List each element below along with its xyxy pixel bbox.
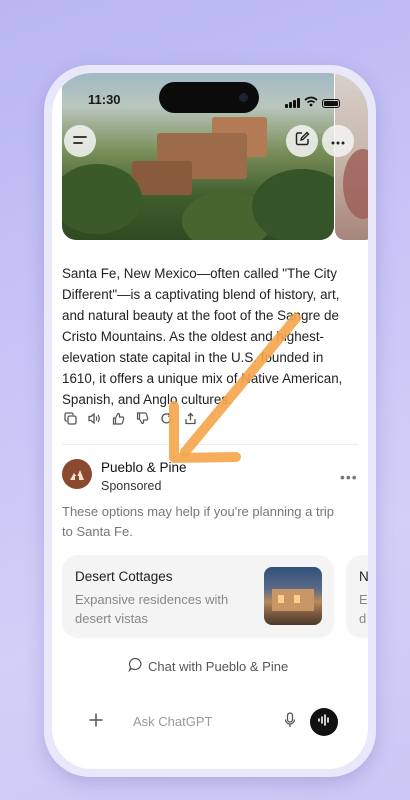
brand-name[interactable]: Pueblo & Pine	[101, 460, 187, 475]
ad-card-next[interactable]: N E… d…	[346, 555, 368, 638]
brand-logo[interactable]	[62, 459, 92, 489]
status-icons	[285, 94, 340, 112]
signal-icon	[285, 98, 300, 108]
mic-button[interactable]	[280, 711, 300, 733]
voice-mode-button[interactable]	[310, 708, 338, 736]
divider	[62, 444, 358, 445]
voice-mode-icon	[317, 713, 331, 731]
dynamic-island	[159, 82, 259, 113]
card-description: E… d…	[359, 592, 368, 626]
more-options-button[interactable]	[322, 125, 354, 157]
card-image	[264, 567, 322, 625]
card-description: Expansive residences with desert vistas	[75, 592, 229, 626]
thumbs-down-icon[interactable]	[134, 410, 150, 426]
ad-more-options-icon[interactable]: •••	[340, 469, 358, 485]
menu-button[interactable]	[64, 125, 96, 157]
mic-icon	[284, 711, 296, 733]
more-icon	[331, 132, 345, 150]
chat-bubble-icon	[128, 657, 143, 675]
attach-button[interactable]	[84, 710, 108, 734]
chat-with-brand-link[interactable]: Chat with Pueblo & Pine	[128, 657, 288, 675]
refresh-icon[interactable]	[158, 410, 174, 426]
phone-screen: 11:30 Santa Fe, New Mexico—often called …	[52, 73, 368, 769]
thumbs-up-icon[interactable]	[110, 410, 126, 426]
chat-link-label: Chat with Pueblo & Pine	[148, 658, 289, 674]
wifi-icon	[304, 94, 318, 112]
sponsored-label: Sponsored	[101, 479, 162, 493]
assistant-message-text: Santa Fe, New Mexico—often called "The C…	[62, 266, 343, 407]
ask-input[interactable]: Ask ChatGPT	[133, 714, 212, 729]
status-time: 11:30	[88, 92, 121, 107]
card-title: Desert Cottages	[75, 569, 173, 584]
new-chat-button[interactable]	[286, 125, 318, 157]
card-title: N	[359, 569, 368, 584]
copy-icon[interactable]	[62, 410, 78, 426]
battery-icon	[322, 98, 340, 108]
speaker-icon[interactable]	[86, 410, 102, 426]
share-icon[interactable]	[182, 410, 198, 426]
plus-icon	[89, 712, 103, 732]
composer: Ask ChatGPT	[76, 703, 342, 741]
menu-icon	[73, 132, 87, 150]
message-actions	[62, 410, 198, 426]
ad-card-desert-cottages[interactable]: Desert Cottages Expansive residences wit…	[62, 555, 334, 638]
ad-help-text: These options may help if you're plannin…	[62, 504, 335, 539]
edit-icon	[295, 131, 310, 151]
